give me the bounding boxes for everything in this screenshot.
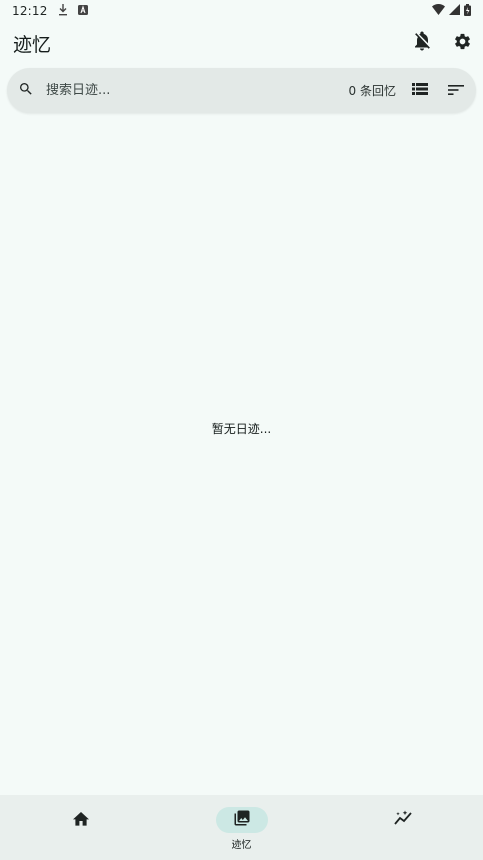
wifi-icon	[432, 4, 445, 18]
status-right	[432, 3, 471, 19]
search-icon[interactable]	[18, 81, 34, 101]
search-bar: 0 条回忆	[7, 68, 476, 113]
settings-button[interactable]	[451, 32, 473, 54]
nav-item-memories[interactable]: 迹忆	[161, 795, 322, 851]
nav-item-home[interactable]	[0, 795, 161, 833]
bottom-navigation: 迹忆	[0, 795, 483, 860]
insights-icon	[393, 810, 412, 830]
sort-icon[interactable]	[448, 81, 464, 100]
battery-icon	[464, 3, 471, 19]
status-time: 12:12	[12, 4, 48, 18]
memory-count: 0 条回忆	[348, 84, 396, 98]
nav-pill-home	[55, 807, 107, 833]
app-actions	[411, 31, 473, 55]
app-title: 迹忆	[13, 33, 52, 56]
app-screen: 12:12 迹忆 搜索日迹... 0 条回忆 暂无日迹... 迹忆	[0, 0, 483, 860]
home-icon	[72, 811, 89, 830]
nav-pill-memories	[215, 807, 268, 833]
status-bar: 12:12	[0, 0, 483, 22]
empty-state-text: 暂无日迹...	[211, 422, 272, 436]
signal-icon	[449, 4, 460, 18]
download-icon	[58, 3, 68, 19]
status-left: 12:12	[12, 3, 88, 19]
nav-pill-insights	[377, 807, 429, 833]
search-actions	[412, 81, 464, 100]
nav-item-insights[interactable]	[322, 795, 483, 833]
list-view-icon[interactable]	[412, 81, 428, 100]
app-bar: 迹忆	[0, 22, 483, 64]
nav-label-memories: 迹忆	[231, 840, 252, 851]
notifications-off-button[interactable]	[411, 31, 433, 55]
search-input[interactable]	[46, 83, 276, 98]
notifications-off-icon	[413, 31, 431, 55]
settings-icon	[453, 32, 472, 55]
photo-library-icon	[233, 809, 251, 831]
a-badge-icon	[77, 4, 88, 18]
